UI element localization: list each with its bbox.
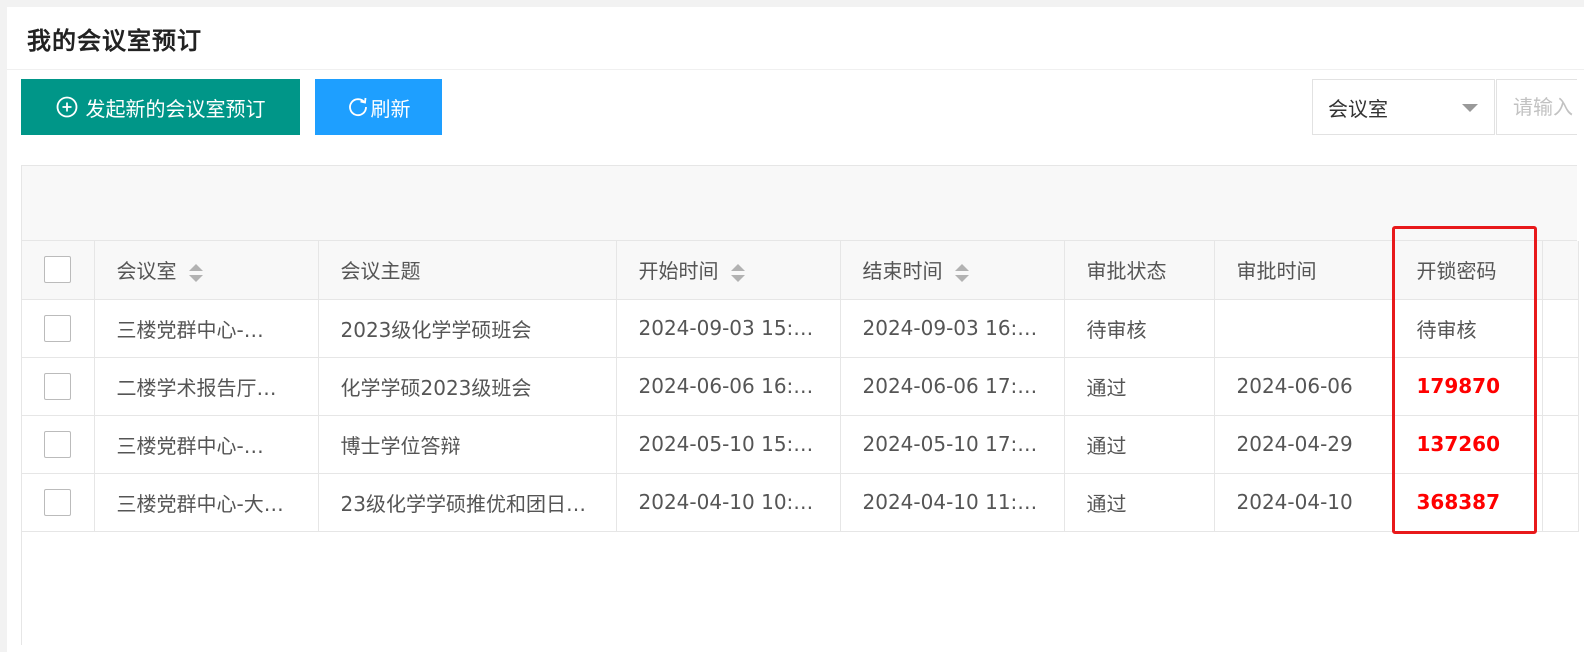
row-select-cell	[22, 415, 95, 474]
column-start-label: 开始时间	[638, 259, 719, 284]
new-booking-label: 发起新的会议室预订	[85, 96, 266, 121]
column-topic-label: 会议主题	[340, 259, 421, 284]
cell-end: 2024-04-10 11:00	[840, 473, 1065, 532]
row-checkbox[interactable]	[44, 372, 72, 400]
column-header-room[interactable]: 会议室	[94, 241, 319, 300]
cell-start: 2024-04-10 10:00	[616, 473, 841, 532]
table-toolbar	[22, 166, 1577, 241]
page-title: 我的会议室预订	[27, 26, 202, 55]
row-checkbox[interactable]	[44, 314, 72, 342]
row-select-cell	[22, 473, 95, 532]
column-header-topic: 会议主题	[318, 241, 617, 300]
cell-approval-time	[1214, 299, 1395, 358]
cell-room: 三楼党群中心-大…	[94, 473, 319, 532]
cell-end: 2024-09-03 16:30	[840, 299, 1065, 358]
cell-start: 2024-06-06 16:00	[616, 357, 841, 416]
sort-icon[interactable]	[188, 263, 203, 283]
select-all-cell	[22, 241, 95, 300]
cell-room: 三楼党群中心-…	[94, 299, 319, 358]
table-row: 三楼党群中心-大… 23级化学学硕推优和团日… 2024-04-10 10:00…	[22, 473, 1579, 532]
refresh-label: 刷新	[370, 96, 411, 121]
row-checkbox[interactable]	[44, 488, 72, 516]
column-header-status: 审批状态	[1064, 241, 1215, 300]
booking-grid: 会议室 会议主题 开始时间 结束时间 审批状态 审批时间 开锁密码 三楼党群中心…	[22, 241, 1579, 532]
sort-icon[interactable]	[730, 263, 745, 283]
cell-room: 二楼学术报告厅…	[94, 357, 319, 416]
column-approval-time-label: 审批时间	[1236, 259, 1317, 284]
cell-approval-time: 2024-04-29	[1214, 415, 1395, 474]
table-row: 三楼党群中心-… 博士学位答辩 2024-05-10 15:00 2024-05…	[22, 415, 1579, 474]
cell-status: 通过	[1064, 473, 1215, 532]
cell-approval-time: 2024-04-10	[1214, 473, 1395, 532]
filter-select-value: 会议室	[1328, 96, 1388, 121]
search-input[interactable]	[1496, 79, 1577, 135]
booking-table: 会议室 会议主题 开始时间 结束时间 审批状态 审批时间 开锁密码 三楼党群中心…	[21, 165, 1579, 645]
table-row: 二楼学术报告厅… 化学学硕2023级班会 2024-06-06 16:00 20…	[22, 357, 1579, 416]
cell-extra	[1542, 473, 1579, 532]
column-end-label: 结束时间	[862, 259, 943, 284]
cell-unlock-code: 待审核	[1394, 299, 1543, 358]
column-header-unlock-code: 开锁密码	[1394, 241, 1543, 300]
table-header-row: 会议室 会议主题 开始时间 结束时间 审批状态 审批时间 开锁密码	[22, 241, 1579, 300]
column-header-approval-time: 审批时间	[1214, 241, 1395, 300]
table-row: 三楼党群中心-… 2023级化学学硕班会 2024-09-03 15:00 20…	[22, 299, 1579, 358]
sort-icon[interactable]	[954, 263, 969, 283]
cell-room: 三楼党群中心-…	[94, 415, 319, 474]
column-room-label: 会议室	[116, 259, 177, 284]
cell-end: 2024-06-06 17:30	[840, 357, 1065, 416]
cell-status: 通过	[1064, 357, 1215, 416]
column-unlock-code-label: 开锁密码	[1416, 259, 1497, 284]
cell-extra	[1542, 357, 1579, 416]
cell-approval-time: 2024-06-06	[1214, 357, 1395, 416]
cell-extra	[1542, 299, 1579, 358]
chevron-down-icon	[1462, 104, 1478, 112]
column-header-extra	[1542, 241, 1579, 300]
cell-unlock-code: 368387	[1394, 473, 1543, 532]
row-select-cell	[22, 357, 95, 416]
cell-topic: 2023级化学学硕班会	[318, 299, 617, 358]
row-checkbox[interactable]	[44, 430, 72, 458]
select-all-checkbox[interactable]	[44, 256, 72, 284]
filter-select[interactable]: 会议室	[1312, 79, 1495, 135]
cell-end: 2024-05-10 17:30	[840, 415, 1065, 474]
cell-topic: 博士学位答辩	[318, 415, 617, 474]
cell-extra	[1542, 415, 1579, 474]
refresh-button[interactable]: 刷新	[315, 79, 442, 135]
cell-status: 通过	[1064, 415, 1215, 474]
panel-header: 我的会议室预订	[7, 7, 1584, 70]
cell-status: 待审核	[1064, 299, 1215, 358]
cell-topic: 化学学硕2023级班会	[318, 357, 617, 416]
column-header-start[interactable]: 开始时间	[616, 241, 841, 300]
cell-unlock-code: 137260	[1394, 415, 1543, 474]
refresh-icon	[348, 97, 367, 117]
new-booking-button[interactable]: 发起新的会议室预订	[21, 79, 300, 135]
cell-topic: 23级化学学硕推优和团日…	[318, 473, 617, 532]
plus-circle-icon	[56, 96, 77, 118]
column-status-label: 审批状态	[1086, 259, 1167, 284]
cell-start: 2024-05-10 15:00	[616, 415, 841, 474]
cell-start: 2024-09-03 15:00	[616, 299, 841, 358]
cell-unlock-code: 179870	[1394, 357, 1543, 416]
row-select-cell	[22, 299, 95, 358]
column-header-end[interactable]: 结束时间	[840, 241, 1065, 300]
